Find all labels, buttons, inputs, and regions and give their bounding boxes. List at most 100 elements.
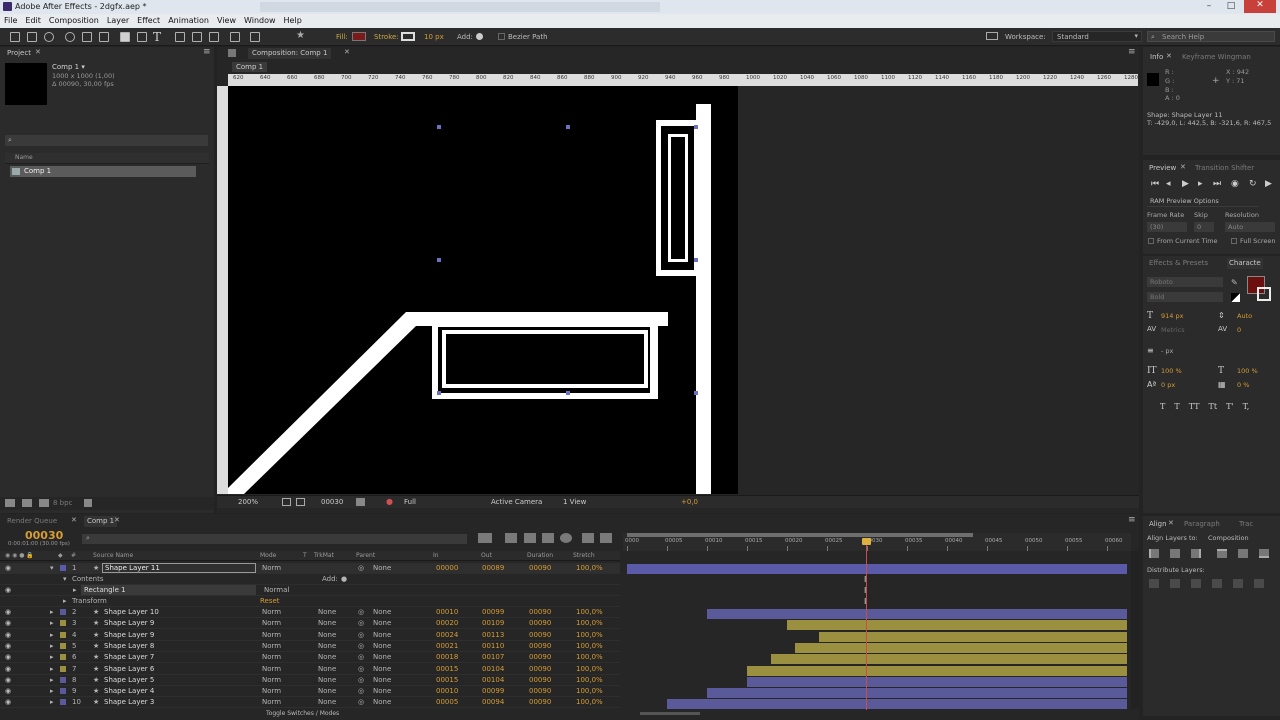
play-icon[interactable]: ▶ [1182,179,1189,189]
layer-trkmat[interactable]: None [318,686,336,697]
parent-pickwhip-icon[interactable]: ◎ [358,697,364,708]
layer-stretch[interactable]: 100,0% [576,641,603,652]
menu-edit[interactable]: Edit [25,16,41,25]
layer-parent[interactable]: None [373,686,391,697]
layer-trkmat[interactable]: None [318,652,336,663]
lock-icon[interactable] [228,49,236,57]
close-icon[interactable]: ✕ [35,48,41,56]
layer-row[interactable]: ◉ ▸ 2 ★ Shape Layer 10 Norm None ◎ None 00010 0009… [0,607,620,618]
comp-mini-flowchart-icon[interactable] [478,533,492,543]
parent-pickwhip-icon[interactable]: ◎ [358,563,364,574]
exposure-value[interactable]: +0,0 [681,498,698,506]
name-column[interactable]: Name [15,154,33,161]
composition-tab[interactable]: Composition: Comp 1 [248,48,332,59]
layer-in[interactable]: 00020 [436,618,458,629]
toggle-switches-label[interactable]: Toggle Switches / Modes [266,710,339,717]
layer-duration[interactable]: 00090 [529,652,551,663]
parent-pickwhip-icon[interactable]: ◎ [358,675,364,686]
keyframe-wingman-tab[interactable]: Keyframe Wingman [1182,52,1251,63]
layer-out[interactable]: 00109 [482,618,504,629]
layer-in[interactable]: 00024 [436,630,458,641]
align-tab[interactable]: Align [1149,519,1167,530]
expand-triangle[interactable]: ▸ [50,697,54,708]
motion-blur-icon[interactable] [560,533,572,543]
snapshot-icon[interactable] [356,498,365,506]
layer-name[interactable]: Shape Layer 8 [104,641,154,652]
menu-layer[interactable]: Layer [107,16,129,25]
tracking-value[interactable]: 0 [1237,326,1241,334]
selection-tool-icon[interactable] [10,32,20,42]
expand-triangle[interactable]: ▸ [50,618,54,629]
layer-in[interactable]: 00005 [436,697,458,708]
label-color[interactable] [60,631,66,638]
layer-bar[interactable] [627,564,1127,574]
layer-bar[interactable] [707,609,1127,619]
rectangle-tool-icon[interactable] [120,32,130,42]
layer-trkmat[interactable]: None [318,630,336,641]
panel-menu-icon[interactable]: ≡ [203,47,211,57]
pen-tool-icon[interactable] [137,32,147,42]
rotate-tool-icon[interactable] [65,32,75,42]
align-right-icon[interactable] [1191,549,1201,558]
zoom-slider[interactable] [640,712,700,715]
expand-triangle[interactable]: ▸ [73,585,77,596]
mask-icon[interactable] [296,498,305,506]
parent-column[interactable]: Parent [356,552,375,559]
visibility-icon[interactable]: ◉ [5,652,11,663]
layer-stretch[interactable]: 100,0% [576,618,603,629]
loop-icon[interactable]: ↻ [1249,179,1257,189]
source-name-column[interactable]: Source Name [93,552,133,559]
align-to-dropdown[interactable]: Composition [1208,534,1249,542]
in-column[interactable]: In [433,552,439,559]
parent-pickwhip-icon[interactable]: ◎ [358,641,364,652]
layer-duration[interactable]: 00090 [529,697,551,708]
from-current-checkbox[interactable] [1148,238,1154,244]
label-color[interactable] [60,699,66,706]
eraser-tool-icon[interactable] [209,32,219,42]
resolution-dropdown[interactable]: Auto [1225,222,1275,232]
layer-row[interactable]: ◉ ▸ 4 ★ Shape Layer 9 Norm None ◎ None 00024 00113… [0,630,620,641]
close-button[interactable]: ✕ [1244,0,1276,13]
visibility-icon[interactable]: ◉ [5,630,11,641]
first-frame-icon[interactable]: ⏮ [1151,179,1159,189]
layer-row[interactable]: ◉ ▸ 3 ★ Shape Layer 9 Norm None ◎ None 00020 00109… [0,618,620,630]
layer-row[interactable]: ◉ ▸ 6 ★ Shape Layer 7 Norm None ◎ None 00018 00107… [0,652,620,664]
transition-shifter-tab[interactable]: Transition Shifter [1195,163,1254,174]
layer-name[interactable]: Shape Layer 3 [104,697,154,708]
close-icon[interactable]: ✕ [1166,52,1172,60]
layer-out[interactable]: 00110 [482,641,504,652]
puppet-tool-icon[interactable] [250,32,260,42]
layer-stretch[interactable]: 100,0% [576,675,603,686]
preview-tab[interactable]: Preview [1149,163,1176,174]
tracker-tab[interactable]: Trac [1239,519,1253,530]
layer-stretch[interactable]: 100,0% [576,686,603,697]
layer-in[interactable]: 00015 [436,664,458,675]
layer-duration[interactable]: 00090 [529,641,551,652]
paragraph-tab[interactable]: Paragraph [1184,519,1220,530]
parent-pickwhip-icon[interactable]: ◎ [358,630,364,641]
layer-duration[interactable]: 00090 [529,675,551,686]
align-vcenter-icon[interactable] [1238,549,1248,558]
label-color[interactable] [60,654,66,661]
layer-trkmat[interactable]: None [318,697,336,708]
layer-duration[interactable]: 00090 [529,664,551,675]
text-style-button[interactable]: Tt [1209,402,1218,411]
rectangle-mode[interactable]: Normal [264,585,289,596]
stretch-column[interactable]: Stretch [573,552,595,559]
layer-parent[interactable]: None [373,563,391,574]
horizontal-scale-value[interactable]: 100 % [1237,367,1258,375]
layer-out[interactable]: 00104 [482,664,504,675]
layer-out[interactable]: 00094 [482,697,504,708]
layer-name[interactable]: Shape Layer 11 [105,563,160,574]
frame-rate-dropdown[interactable]: (30) [1147,222,1187,232]
layer-parent[interactable]: None [373,664,391,675]
layer-row[interactable]: ◉ ▸ 10 ★ Shape Layer 3 Norm None ◎ None 00005 0009… [0,697,620,709]
comp-name[interactable]: Comp 1 ▾ [52,63,85,71]
font-size-value[interactable]: 914 px [1161,312,1183,320]
next-frame-icon[interactable]: ▸ [1198,179,1203,189]
font-family-dropdown[interactable]: Roboto [1147,277,1223,287]
align-hcenter-icon[interactable] [1170,549,1180,558]
expand-triangle[interactable]: ▾ [63,574,67,585]
layer-duration[interactable]: 00090 [529,618,551,629]
maximize-button[interactable]: □ [1222,1,1240,13]
